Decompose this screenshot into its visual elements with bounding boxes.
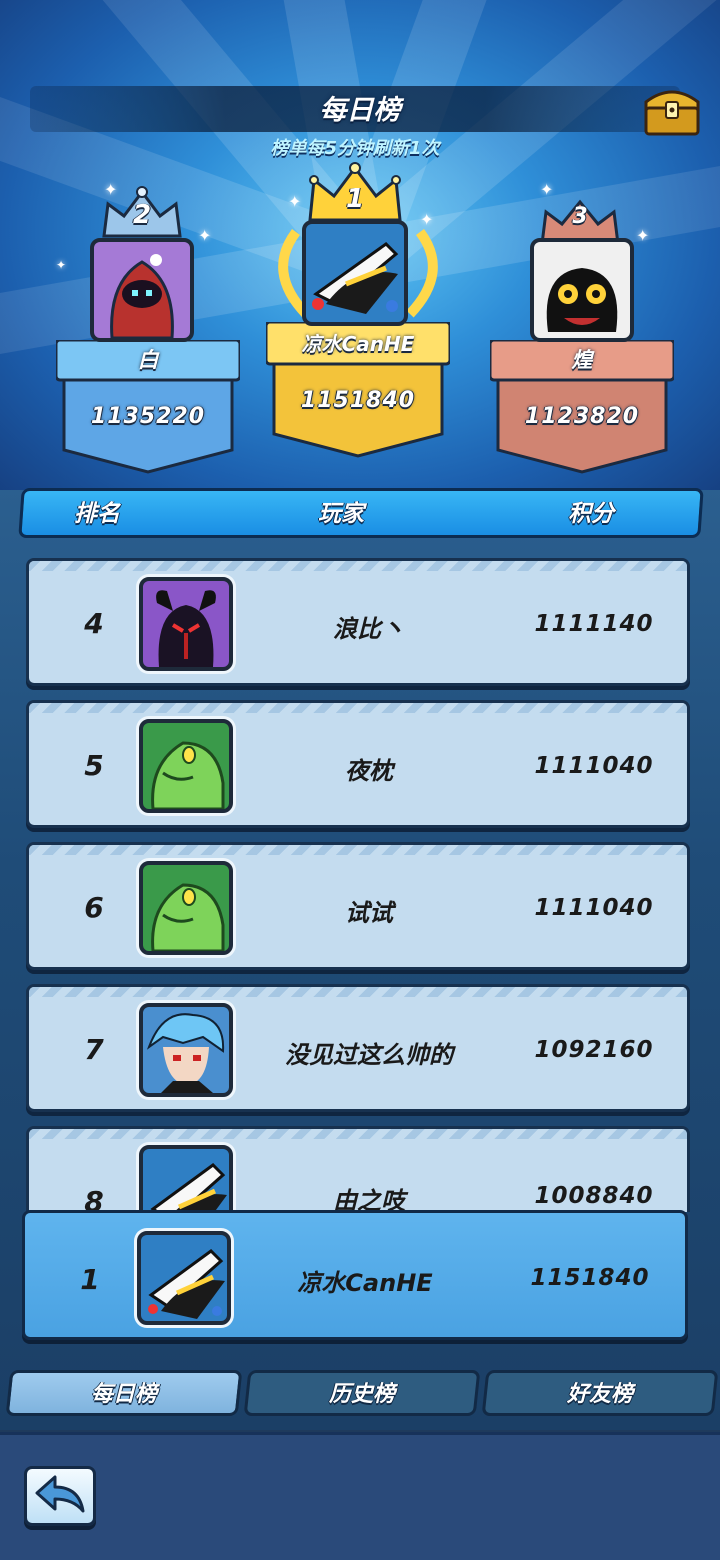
leaderboard-list[interactable]: 4 浪比丶 1111140 5 夜枕 1111040 6 试试 1111040 … — [0, 550, 720, 1212]
avatar — [139, 577, 233, 671]
avatar — [137, 1231, 231, 1325]
my-score: 1151840 — [530, 1265, 650, 1291]
tab-friends-label: 好友榜 — [566, 1382, 633, 1407]
podium-third-score: 1123820 — [524, 404, 640, 429]
row-rank: 6 — [84, 891, 104, 924]
header-rank: 排名 — [74, 501, 120, 527]
row-player-name: 夜枕 — [345, 757, 393, 785]
avatar — [90, 238, 194, 342]
refresh-note: 榜单每5分钟刷新1次 — [270, 138, 440, 159]
row-score: 1111140 — [534, 611, 654, 637]
podium-third-name: 煌 — [571, 348, 593, 372]
rank-badge-number: 3 — [572, 204, 588, 229]
my-rank: 1 — [80, 1263, 100, 1296]
podium-second-score: 1135220 — [90, 404, 206, 429]
avatar — [530, 238, 634, 342]
avatar — [139, 1003, 233, 1097]
tab-history-label: 历史榜 — [328, 1382, 395, 1407]
table-row[interactable]: 5 夜枕 1111040 — [26, 700, 690, 828]
row-player-name: 浪比丶 — [333, 615, 405, 643]
sparkle-icon: ✦ — [636, 226, 650, 245]
back-button[interactable] — [24, 1466, 96, 1526]
my-rank-row[interactable]: 1 凉水CanHE 1151840 — [22, 1210, 688, 1340]
avatar — [139, 1145, 233, 1212]
sparkle-icon: ✦ — [198, 226, 212, 245]
row-score: 1092160 — [534, 1037, 654, 1063]
row-rank: 5 — [84, 749, 104, 782]
tab-daily-label: 每日榜 — [90, 1382, 157, 1407]
table-row[interactable]: 4 浪比丶 1111140 — [26, 558, 690, 686]
podium-first-name: 凉水CanHE — [301, 332, 415, 356]
row-player-name: 没见过这么帅的 — [285, 1041, 453, 1069]
header-score: 积分 — [568, 501, 614, 527]
row-score: 1111040 — [534, 753, 654, 779]
podium-second-name: 白 — [137, 348, 159, 372]
my-player-name: 凉水CanHE — [297, 1269, 433, 1297]
table-row[interactable]: 8 由之吱 1008840 — [26, 1126, 690, 1212]
table-row[interactable]: 7 没见过这么帅的 1092160 — [26, 984, 690, 1112]
bottom-bar — [0, 1432, 720, 1560]
sparkle-icon: ✦ — [288, 192, 302, 211]
row-rank: 4 — [84, 607, 104, 640]
rank-badge-number: 2 — [132, 200, 152, 230]
rank-badge-number: 1 — [345, 184, 365, 214]
podium-first-score: 1151840 — [300, 388, 416, 413]
avatar — [139, 861, 233, 955]
row-player-name: 由之吱 — [333, 1187, 405, 1212]
sparkle-icon: ✦ — [56, 258, 67, 272]
row-score: 1008840 — [534, 1183, 654, 1209]
row-score: 1111040 — [534, 895, 654, 921]
page-title: 每日榜 — [319, 95, 401, 126]
row-rank: 7 — [84, 1033, 104, 1066]
back-arrow-icon — [35, 1475, 85, 1513]
table-row[interactable]: 6 试试 1111040 — [26, 842, 690, 970]
avatar — [302, 220, 408, 326]
avatar — [139, 719, 233, 813]
row-rank: 8 — [84, 1185, 104, 1212]
treasure-chest-icon[interactable] — [640, 82, 704, 138]
header-player: 玩家 — [318, 501, 364, 527]
row-player-name: 试试 — [345, 899, 393, 927]
